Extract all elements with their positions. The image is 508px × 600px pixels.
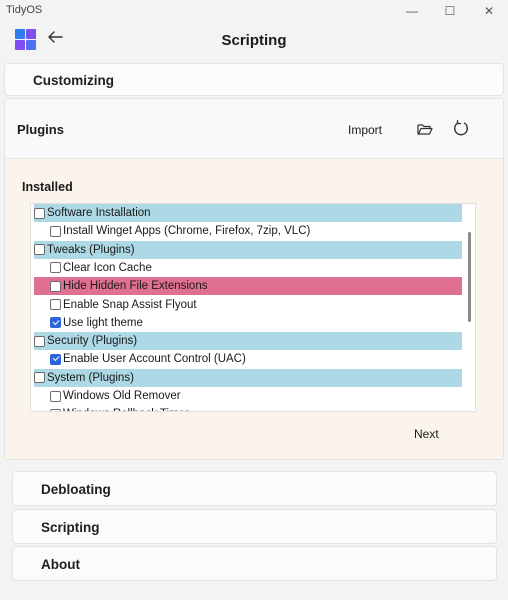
plugin-label: Hide Hidden File Extensions [63,280,208,293]
checkbox[interactable] [34,207,45,219]
category-row[interactable]: Software Installation [34,204,462,222]
section-about[interactable]: About [12,546,497,581]
refresh-button[interactable] [450,118,472,140]
plugin-label: Windows Old Remover [63,390,181,402]
app-title: TidyOS [6,4,43,16]
plugin-row[interactable]: Windows Rollback Timer [34,405,462,411]
category-row[interactable]: Security (Plugins) [34,332,462,351]
plugin-label: Use light theme [63,316,143,329]
section-scripting-label: Scripting [41,520,100,535]
plugin-row[interactable]: Enable Snap Assist Flyout [34,296,462,314]
header: Scripting [0,22,508,60]
plugin-row[interactable]: Windows Old Remover [34,387,462,405]
plugin-row[interactable]: Use light theme [34,314,462,332]
plugin-row[interactable]: Install Winget Apps (Chrome, Firefox, 7z… [34,222,462,240]
checkbox[interactable] [34,372,45,384]
plugins-panel: Plugins Import Installed Software Instal… [4,98,504,460]
checkbox[interactable] [50,262,61,274]
plugin-tree-list[interactable]: Software Installation Install Winget Apps… [30,203,476,412]
refresh-icon [454,120,468,136]
checkbox[interactable] [34,335,45,347]
checkbox[interactable] [50,408,61,411]
checkbox[interactable] [50,317,61,329]
category-row[interactable]: Tweaks (Plugins) [34,240,462,259]
plugins-header: Plugins Import [5,99,503,159]
section-scripting[interactable]: Scripting [12,509,497,544]
plugin-label: Clear Icon Cache [63,261,152,274]
plugin-row[interactable]: Clear Icon Cache [34,259,462,277]
checkbox[interactable] [50,225,61,237]
import-button[interactable]: Import [342,121,388,139]
section-about-label: About [41,557,80,572]
plugin-label: Security (Plugins) [47,335,138,348]
installed-label: Installed [22,180,73,194]
checkbox[interactable] [34,244,45,256]
title-bar: TidyOS — ☐ ✕ [0,0,508,22]
checkbox[interactable] [50,353,61,365]
page-title: Scripting [221,32,287,49]
checkbox[interactable] [50,299,61,310]
plugin-label: Install Winget Apps (Chrome, Firefox, 7z… [63,225,311,238]
checkbox[interactable] [50,280,61,292]
plugin-row[interactable]: Enable User Account Control (UAC) [34,350,462,368]
plugin-label: Software Installation [47,207,151,219]
plugin-label: Tweaks (Plugins) [47,243,135,256]
plugin-label: Enable User Account Control (UAC) [63,353,246,366]
maximize-button[interactable]: ☐ [440,2,460,20]
open-folder-button[interactable] [414,119,436,139]
section-debloating[interactable]: Debloating [12,471,497,506]
checkbox[interactable] [50,390,61,402]
next-button[interactable]: Next [408,424,445,444]
close-button[interactable]: ✕ [479,2,499,20]
list-scrollbar[interactable] [468,232,471,322]
category-row[interactable]: System (Plugins) [34,368,462,387]
plugin-label: Enable Snap Assist Flyout [63,298,197,311]
section-customizing[interactable]: Customizing [4,63,504,96]
plugin-row[interactable]: Hide Hidden File Extensions [34,277,462,296]
folder-open-icon [417,124,433,135]
section-debloating-label: Debloating [41,482,111,497]
section-customizing-label: Customizing [33,73,114,88]
plugin-label: System (Plugins) [47,371,134,384]
plugins-title: Plugins [17,122,64,137]
minimize-button[interactable]: — [402,2,422,20]
plugin-label: Windows Rollback Timer [63,408,189,411]
